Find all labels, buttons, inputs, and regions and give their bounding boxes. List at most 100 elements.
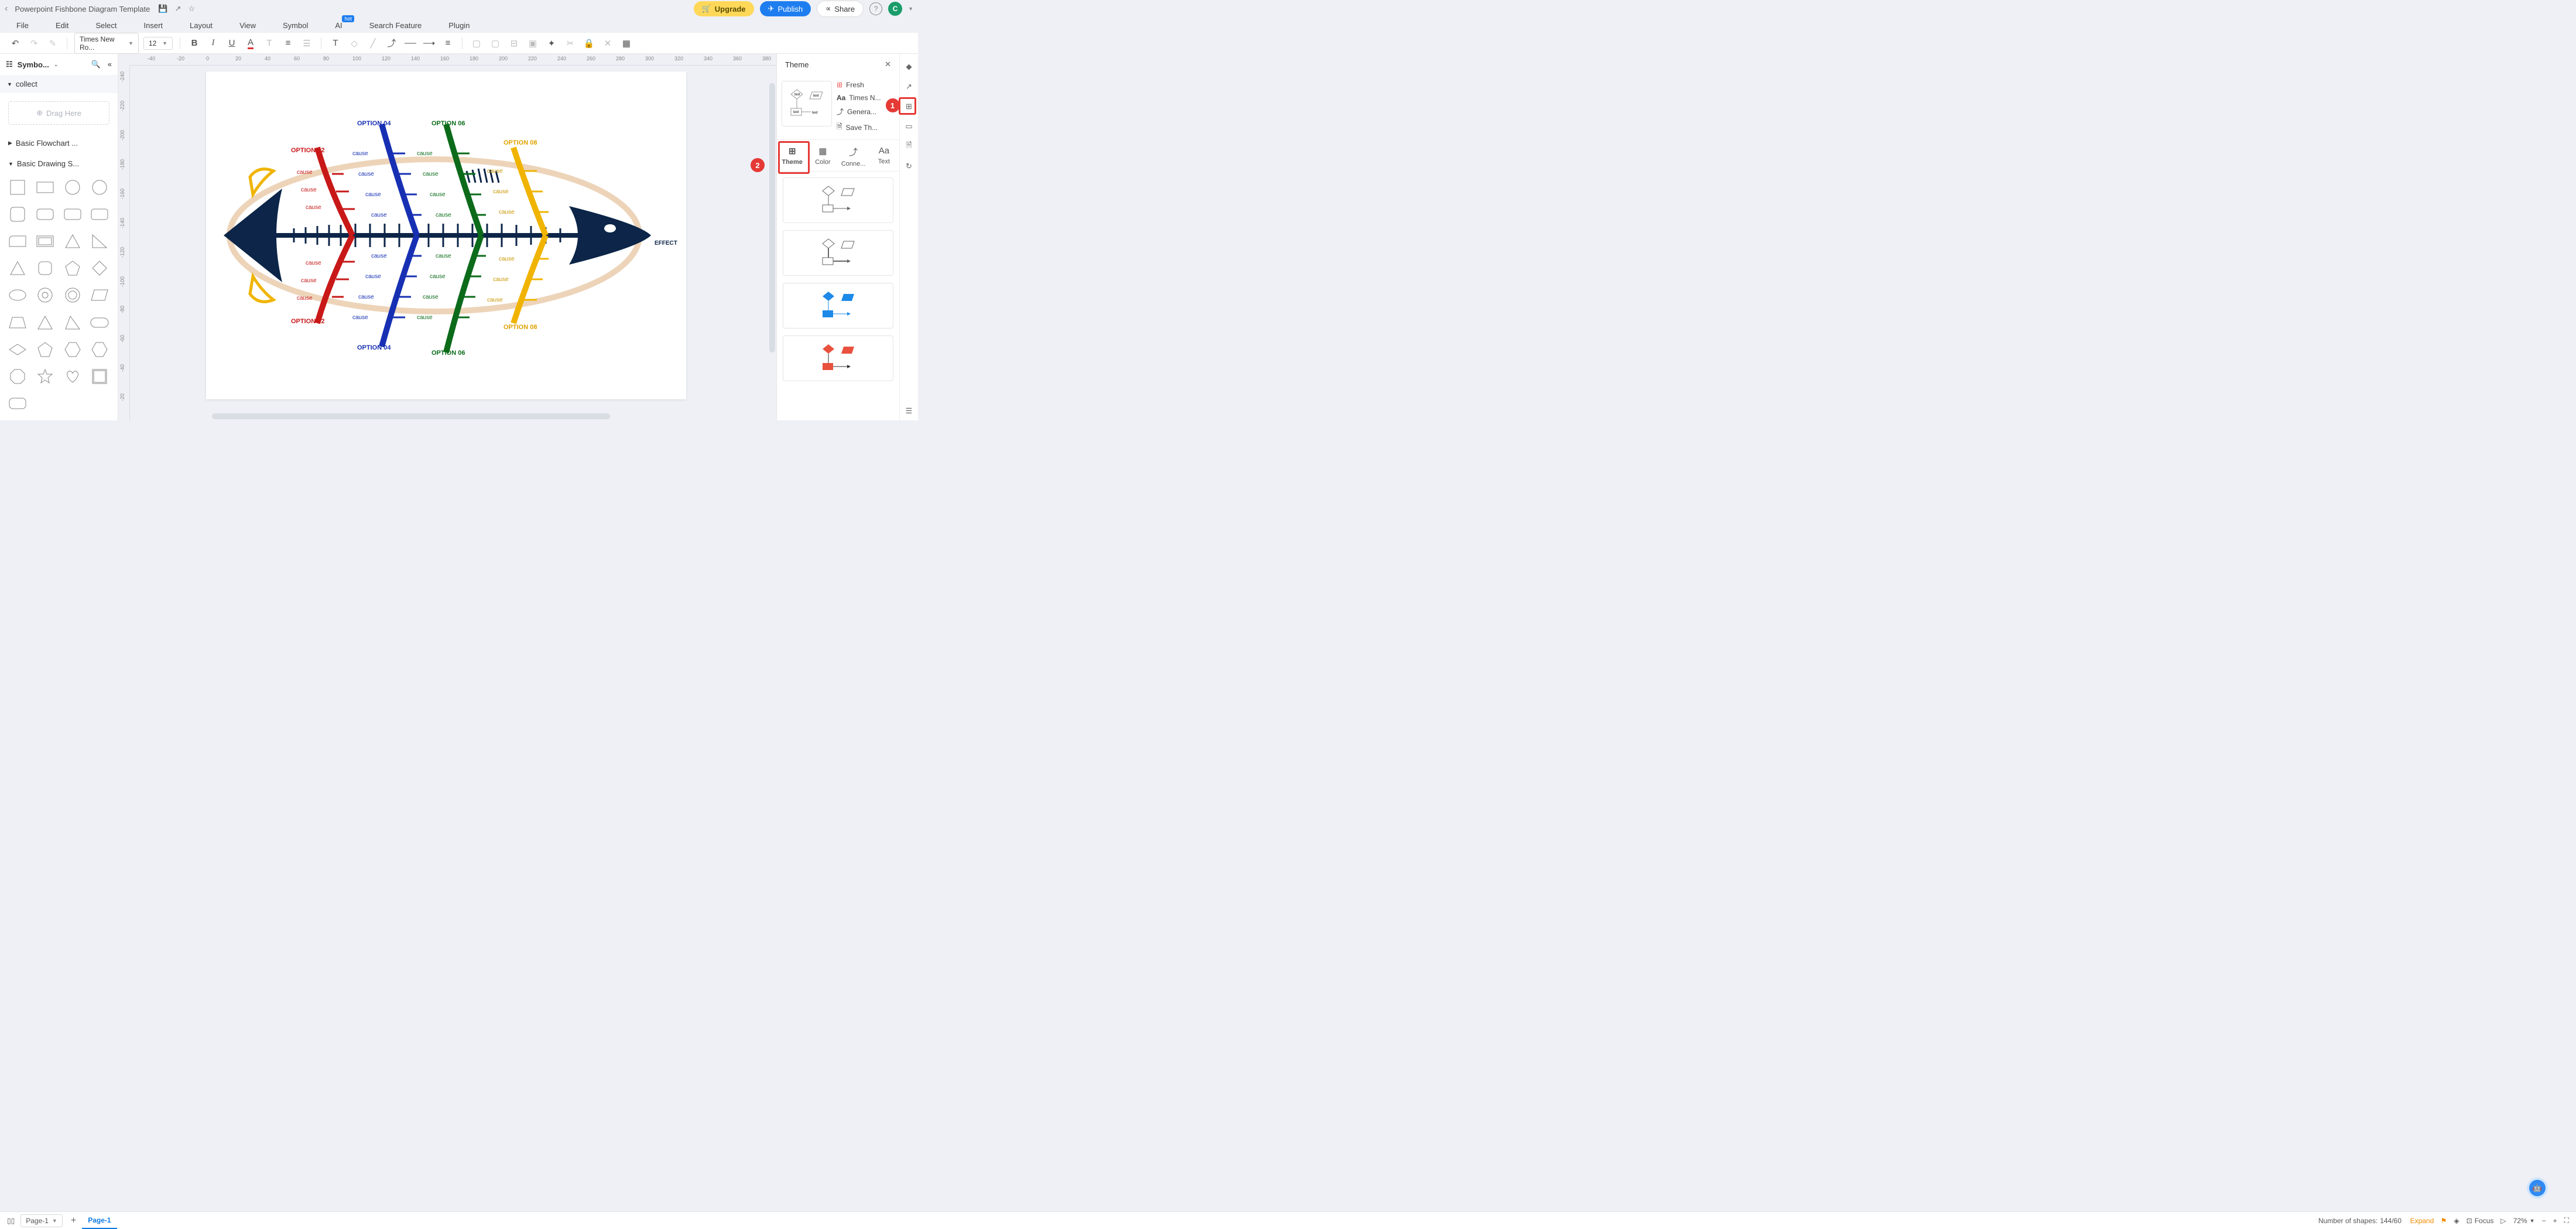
menu-rail-icon[interactable]: ☰ xyxy=(903,405,915,417)
menu-file[interactable]: File xyxy=(16,21,29,30)
font-color-icon[interactable]: A xyxy=(244,36,258,50)
notes-rail-icon[interactable]: 🗎 xyxy=(903,141,915,152)
fill-icon[interactable]: ◇ xyxy=(347,36,361,50)
shape-hexagon[interactable] xyxy=(62,341,83,358)
italic-icon[interactable]: I xyxy=(206,36,220,50)
shape-frame[interactable] xyxy=(35,232,56,250)
horizontal-scrollbar[interactable] xyxy=(212,413,610,419)
back-icon[interactable]: ‹ xyxy=(5,4,8,14)
play-icon[interactable]: ▷ xyxy=(2500,1217,2506,1225)
theme-item[interactable] xyxy=(783,283,893,328)
shape-circle[interactable] xyxy=(62,179,83,196)
shape-triangle2[interactable] xyxy=(7,259,28,277)
avatar-caret-icon[interactable]: ▼ xyxy=(908,6,913,12)
zoom-out-icon[interactable]: − xyxy=(2542,1217,2546,1225)
shape-triangle[interactable] xyxy=(62,232,83,250)
theme-item[interactable] xyxy=(783,230,893,276)
theme-item[interactable] xyxy=(783,336,893,381)
shape-hexagon2[interactable] xyxy=(89,341,110,358)
menu-edit[interactable]: Edit xyxy=(56,21,68,30)
shape-rounded-rect[interactable] xyxy=(35,206,56,223)
tab-text[interactable]: AaText xyxy=(869,140,899,171)
menu-view[interactable]: View xyxy=(239,21,256,30)
text-tool-icon[interactable]: T xyxy=(328,36,342,50)
crop-icon[interactable]: ✂ xyxy=(563,36,577,50)
lock-icon[interactable]: 🔒 xyxy=(582,36,596,50)
shape-triangle3[interactable] xyxy=(35,314,56,331)
user-avatar[interactable]: C xyxy=(888,2,902,16)
theme-save[interactable]: 🗎Save Th... xyxy=(837,121,895,133)
tools-icon[interactable]: ✕ xyxy=(601,36,615,50)
search-icon[interactable]: 🔍 xyxy=(91,60,101,69)
shape-square[interactable] xyxy=(7,179,28,196)
bold-icon[interactable]: B xyxy=(187,36,201,50)
shape-right-tri[interactable] xyxy=(89,232,110,250)
zoom-in-icon[interactable]: + xyxy=(2553,1217,2557,1225)
shape-tab[interactable] xyxy=(7,232,28,250)
underline-icon[interactable]: U xyxy=(225,36,239,50)
shape-rect[interactable] xyxy=(35,179,56,196)
layers-icon[interactable]: ◈ xyxy=(2454,1217,2459,1225)
align-left-icon[interactable]: ≡ xyxy=(281,36,295,50)
shape-trapezoid[interactable] xyxy=(7,314,28,331)
shape-pentagon2[interactable] xyxy=(35,341,56,358)
present-rail-icon[interactable]: ▭ xyxy=(903,121,915,132)
text-direction-icon[interactable]: T xyxy=(262,36,276,50)
list-icon[interactable]: ☰ xyxy=(300,36,314,50)
theme-item[interactable] xyxy=(783,177,893,223)
export-icon[interactable]: ↗ xyxy=(175,4,181,13)
tab-color[interactable]: ▦Color xyxy=(807,140,838,171)
menu-layout[interactable]: Layout xyxy=(190,21,213,30)
help-icon[interactable]: ? xyxy=(869,2,882,15)
shape-triangle4[interactable] xyxy=(62,314,83,331)
symbol-library-icon[interactable]: ▦ xyxy=(619,36,633,50)
layout-icon[interactable]: ▯▯ xyxy=(7,1217,15,1225)
shape-heart[interactable] xyxy=(62,368,83,385)
shape-diamond[interactable] xyxy=(89,259,110,277)
zoom-control[interactable]: 72%▼ xyxy=(2513,1217,2535,1225)
arrow-style-icon[interactable] xyxy=(422,36,436,50)
line-weight-icon[interactable]: ≡ xyxy=(441,36,455,50)
shape-rounded-hex[interactable] xyxy=(35,259,56,277)
line-style-icon[interactable] xyxy=(403,36,417,50)
lib-drawing[interactable]: ▼ Basic Drawing S... xyxy=(0,153,118,174)
undo-icon[interactable]: ↶ xyxy=(8,36,22,50)
shape-pill[interactable] xyxy=(89,314,110,331)
redo-icon[interactable]: ↷ xyxy=(27,36,41,50)
focus-toggle[interactable]: ⊡Focus xyxy=(2467,1217,2494,1225)
drawing-canvas[interactable]: cause cause cause cause cause cause OPTI… xyxy=(206,71,686,399)
menu-select[interactable]: Select xyxy=(95,21,117,30)
vertical-scrollbar[interactable] xyxy=(769,83,775,352)
font-size-select[interactable]: 12 ▼ xyxy=(143,37,173,50)
connector-icon[interactable]: ⤴ xyxy=(385,36,399,50)
drag-here-box[interactable]: ⊕ Drag Here xyxy=(8,101,109,125)
menu-plugin[interactable]: Plugin xyxy=(448,21,470,30)
lib-flowchart[interactable]: ▶ Basic Flowchart ... xyxy=(0,133,118,153)
group-icon[interactable]: ▣ xyxy=(526,36,540,50)
shape-front-icon[interactable]: ▢ xyxy=(470,36,484,50)
shape-ellipse[interactable] xyxy=(7,286,28,304)
menu-ai[interactable]: AIhot xyxy=(335,21,342,30)
shape-octagon[interactable] xyxy=(7,368,28,385)
shape-rounded-rect3[interactable] xyxy=(89,206,110,223)
export-rail-icon[interactable]: ↗ xyxy=(903,81,915,93)
shape-back-icon[interactable]: ▢ xyxy=(488,36,502,50)
share-button[interactable]: ∝ Share xyxy=(817,1,864,17)
theme-fresh[interactable]: ⊞Fresh xyxy=(837,81,895,89)
save-icon[interactable]: 💾 xyxy=(158,4,167,13)
tab-connector[interactable]: ⤴Conne... xyxy=(838,140,869,171)
shape-round3[interactable] xyxy=(7,395,28,412)
chat-bubble[interactable]: 🤖 xyxy=(2527,1177,2548,1199)
shape-star[interactable] xyxy=(35,368,56,385)
page-tab[interactable]: Page-1 xyxy=(82,1213,117,1229)
menu-symbol[interactable]: Symbol xyxy=(283,21,308,30)
sparkle-icon[interactable]: ✦ xyxy=(544,36,559,50)
shape-donut[interactable] xyxy=(35,286,56,304)
theme-font[interactable]: AaTimes N... xyxy=(837,94,895,102)
fill-rail-icon[interactable]: ◆ xyxy=(903,61,915,73)
favorite-icon[interactable]: ☆ xyxy=(188,4,195,13)
shape-rounded-rect2[interactable] xyxy=(62,206,83,223)
shape-ellipse-tall[interactable] xyxy=(89,179,110,196)
line-color-icon[interactable]: ╱ xyxy=(366,36,380,50)
font-family-select[interactable]: Times New Ro... ▼ xyxy=(74,33,139,54)
